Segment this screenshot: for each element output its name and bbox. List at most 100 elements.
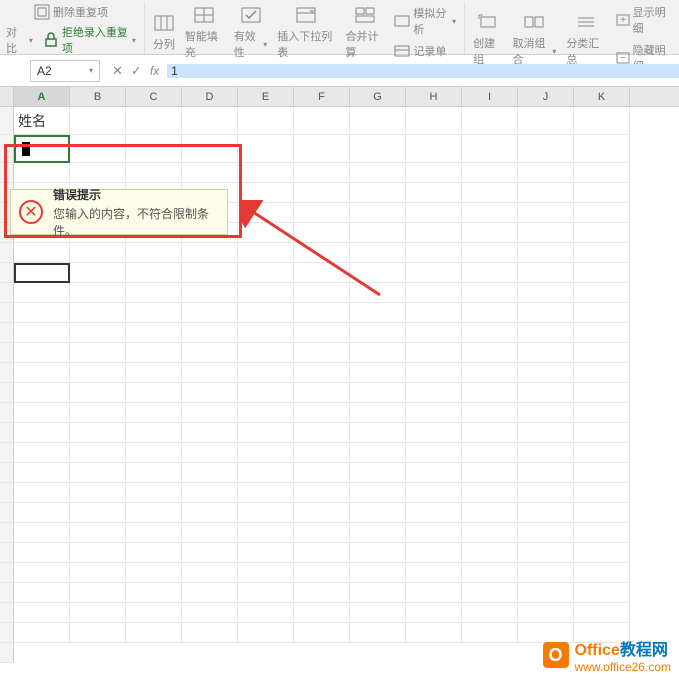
row-header[interactable] <box>0 463 14 483</box>
cell[interactable] <box>406 303 462 323</box>
cell[interactable] <box>70 463 126 483</box>
cell[interactable] <box>518 183 574 203</box>
cell[interactable] <box>14 523 70 543</box>
cell[interactable] <box>462 483 518 503</box>
cell[interactable] <box>126 263 182 283</box>
cell[interactable] <box>574 423 630 443</box>
cell[interactable] <box>350 583 406 603</box>
cell[interactable] <box>70 323 126 343</box>
cell[interactable] <box>14 463 70 483</box>
cell[interactable] <box>574 383 630 403</box>
cell[interactable] <box>294 403 350 423</box>
cell[interactable] <box>462 343 518 363</box>
cell[interactable] <box>182 363 238 383</box>
cell[interactable] <box>518 223 574 243</box>
cell[interactable] <box>294 463 350 483</box>
cell[interactable] <box>14 383 70 403</box>
smart-fill-button[interactable]: 智能填充 <box>181 2 228 62</box>
cell[interactable] <box>294 543 350 563</box>
cancel-input-icon[interactable]: ✕ <box>112 63 123 79</box>
cell[interactable] <box>126 135 182 163</box>
cell[interactable] <box>238 563 294 583</box>
cell[interactable] <box>350 323 406 343</box>
cell[interactable] <box>238 107 294 135</box>
cell[interactable] <box>126 343 182 363</box>
contrast-button[interactable]: 对比▾ <box>2 22 37 58</box>
cell[interactable] <box>14 323 70 343</box>
row-header[interactable] <box>0 603 14 623</box>
cell[interactable] <box>406 263 462 283</box>
row-header[interactable] <box>0 363 14 383</box>
cell[interactable] <box>294 423 350 443</box>
row-header[interactable] <box>0 107 14 135</box>
cell[interactable] <box>518 323 574 343</box>
cell[interactable] <box>294 203 350 223</box>
cell[interactable] <box>294 523 350 543</box>
cell[interactable] <box>350 363 406 383</box>
cell[interactable] <box>294 283 350 303</box>
row-header[interactable] <box>0 623 14 643</box>
cell[interactable] <box>518 443 574 463</box>
cell[interactable] <box>14 443 70 463</box>
cell[interactable] <box>238 263 294 283</box>
cell[interactable] <box>14 283 70 303</box>
cell[interactable] <box>462 583 518 603</box>
cell[interactable] <box>294 323 350 343</box>
cell[interactable] <box>294 107 350 135</box>
cell[interactable] <box>350 403 406 423</box>
split-columns-button[interactable]: 分列 <box>149 10 179 54</box>
cell[interactable] <box>14 163 70 183</box>
cell[interactable] <box>14 583 70 603</box>
cell[interactable] <box>182 583 238 603</box>
cell[interactable] <box>238 135 294 163</box>
cell[interactable] <box>574 443 630 463</box>
cell[interactable] <box>350 603 406 623</box>
cell[interactable] <box>70 563 126 583</box>
cell[interactable] <box>70 383 126 403</box>
cell[interactable] <box>70 243 126 263</box>
cell[interactable] <box>126 403 182 423</box>
ungroup-button[interactable]: 取消组合▾ <box>509 9 561 69</box>
cell[interactable] <box>518 163 574 183</box>
show-detail-button[interactable]: + 显示明细 <box>612 2 675 38</box>
col-header-j[interactable]: J <box>518 87 574 106</box>
cell[interactable] <box>574 163 630 183</box>
cell[interactable] <box>238 243 294 263</box>
cell[interactable] <box>238 603 294 623</box>
cell[interactable] <box>294 263 350 283</box>
cell[interactable] <box>238 523 294 543</box>
cell[interactable] <box>126 543 182 563</box>
cell[interactable] <box>574 283 630 303</box>
row-header[interactable] <box>0 135 14 163</box>
cell[interactable] <box>462 243 518 263</box>
cell[interactable] <box>238 463 294 483</box>
cell[interactable] <box>294 163 350 183</box>
reject-duplicates-button[interactable]: 拒绝录入重复项 ▾ <box>39 22 140 58</box>
cell[interactable] <box>574 263 630 283</box>
row-header[interactable] <box>0 523 14 543</box>
cell[interactable] <box>14 563 70 583</box>
cell[interactable] <box>350 383 406 403</box>
cell[interactable] <box>126 563 182 583</box>
cell[interactable] <box>238 303 294 323</box>
cell[interactable] <box>70 403 126 423</box>
cell[interactable] <box>238 383 294 403</box>
cell[interactable] <box>406 135 462 163</box>
cell[interactable] <box>406 203 462 223</box>
col-header-i[interactable]: I <box>462 87 518 106</box>
cell[interactable] <box>14 623 70 643</box>
cell[interactable] <box>574 463 630 483</box>
cell[interactable] <box>406 543 462 563</box>
cell[interactable] <box>70 163 126 183</box>
cell[interactable] <box>462 283 518 303</box>
cell[interactable] <box>406 163 462 183</box>
cell[interactable] <box>462 603 518 623</box>
row-header[interactable] <box>0 483 14 503</box>
cell[interactable] <box>406 403 462 423</box>
cell[interactable] <box>350 183 406 203</box>
cell[interactable] <box>350 623 406 643</box>
select-all-corner[interactable] <box>0 87 14 106</box>
cell[interactable] <box>462 203 518 223</box>
cell[interactable] <box>126 483 182 503</box>
cell[interactable] <box>294 343 350 363</box>
